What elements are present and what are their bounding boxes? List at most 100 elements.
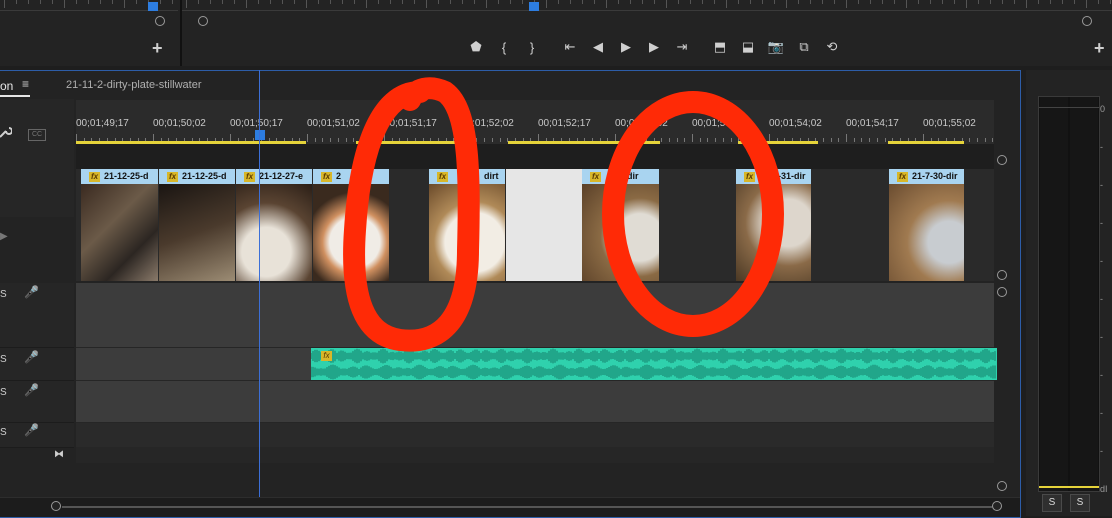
panel-menu-icon[interactable]: ≡ [22,77,29,91]
video-clip[interactable]: fx 21-12-27-e [236,169,312,281]
ruler-timecode: 00;01;54;17 [846,118,899,129]
mini-ruler-tick [366,0,367,8]
program-monitor-panel: ⬟ { } ⇤ ◀ ▶ ▶ ⇥ ⬒ ⬓ 📷 ⧉ ⟲ + [182,0,1112,66]
source-add-button[interactable]: + [152,38,163,59]
program-zoom-knob-left[interactable] [198,16,208,26]
go-to-out-button[interactable]: ⇥ [668,36,696,58]
extract-button[interactable]: ⬓ [734,36,762,58]
mini-ruler-tick [690,0,691,4]
voiceover-mic-icon[interactable]: 🎤 [24,423,39,437]
mini-ruler-tick [618,0,619,4]
mini-ruler-tick [942,0,943,4]
mini-ruler-tick [246,0,247,8]
time-ruler[interactable]: 00;01;49;17 00;01;50;02 00;01;50;17 00;01;5… [76,100,994,144]
mini-ruler-tick [714,0,715,4]
ruler-tick [830,138,832,142]
source-monitor-panel: + [0,0,182,66]
solo-button[interactable]: S [0,387,7,398]
voiceover-mic-icon[interactable]: 🎤 [24,285,39,299]
program-add-button[interactable]: + [1094,38,1105,59]
step-back-button[interactable]: ◀ [584,36,612,58]
voiceover-mic-icon[interactable]: 🎤 [24,383,39,397]
program-mini-ruler[interactable] [182,0,1112,11]
solo-button[interactable]: S [0,354,7,365]
ruler-tick [684,138,686,142]
video-clip[interactable]: fx 0-dir [582,169,659,281]
ruler-tick [345,138,347,142]
ruler-timecode: 00;01;54;02 [769,118,822,129]
voiceover-mic-icon[interactable]: 🎤 [24,350,39,364]
mini-ruler-tick [474,0,475,4]
horizontal-scrollbar[interactable] [0,497,1020,517]
loop-button[interactable]: ⟲ [818,36,846,58]
source-playhead[interactable] [148,2,158,11]
clip-name: 21-12-27-e [259,171,304,181]
video-clip[interactable]: fx dirt [429,169,505,281]
meter-solo-right[interactable]: S [1070,494,1090,512]
play-button[interactable]: ▶ [612,36,640,58]
compare-view-button[interactable]: ⧉ [790,36,818,58]
program-zoom-knob-right[interactable] [1082,16,1092,26]
step-forward-button[interactable]: ▶ [640,36,668,58]
video-clip[interactable]: fx 21-12-25-d [81,169,158,281]
mini-ruler-tick [306,0,307,8]
fx-badge: fx [321,171,332,182]
mini-ruler-tick [966,0,967,8]
meter-scale-label: - [1100,218,1103,228]
ruler-tick [661,138,663,142]
fx-badge: fx [744,171,755,182]
mini-ruler-tick [402,0,403,4]
video-clip[interactable]: fx 2 rt [313,169,389,281]
ruler-tick [314,138,316,142]
mini-ruler-tick [270,0,271,4]
ruler-tick [499,138,501,142]
wrench-icon[interactable] [0,125,12,139]
lift-button[interactable]: ⬒ [706,36,734,58]
meter-solo-left[interactable]: S [1042,494,1062,512]
h-scroll-track[interactable] [62,506,992,508]
v-scroll-knob-bottom[interactable] [997,481,1007,491]
mini-ruler-tick [798,0,799,4]
video-clip[interactable]: fx 21-12-25-d [159,169,235,281]
solo-button[interactable]: S [0,427,7,438]
audio-clip[interactable]: fx [311,348,997,380]
mark-in-button[interactable]: { [490,36,518,58]
ruler-tick [692,134,693,142]
clip-label: fx 2 rt [313,169,389,184]
captions-icon[interactable]: CC [28,129,46,141]
mini-ruler-tick [558,0,559,4]
h-scroll-knob[interactable] [51,501,61,511]
meter-scale-label: - [1100,256,1103,266]
ruler-timecode: 00;01;53;02 [615,118,668,129]
solo-button[interactable]: S [0,289,7,300]
video-clip[interactable]: fx 21-7-30-dir [889,169,964,281]
fx-badge: fx [167,171,178,182]
timeline-tab[interactable]: on [0,79,13,93]
timeline-playhead[interactable] [255,130,265,140]
clip-label: fx 21-12-25-d [159,169,235,184]
mix-track-icon[interactable]: ⧓ [54,449,64,460]
v-scroll-knob-mid2[interactable] [997,287,1007,297]
h-scroll-knob-right[interactable] [992,501,1002,511]
go-to-in-button[interactable]: ⇤ [556,36,584,58]
mini-ruler-tick [160,0,161,4]
v-scroll-knob-mid[interactable] [997,270,1007,280]
add-marker-button[interactable]: ⬟ [462,36,490,58]
video-clip-blank[interactable] [506,169,582,281]
ruler-tick [699,138,701,142]
clip-thumbnail [159,184,235,281]
mark-out-button[interactable]: } [518,36,546,58]
clip-thumbnail [81,184,158,281]
meter-scale-label: - [1100,332,1103,342]
audio-track-header-a2: S 🎤 [0,348,74,381]
v-scroll-knob-top[interactable] [997,155,1007,165]
program-playhead[interactable] [529,2,539,11]
video-clip[interactable]: fx 7-31-dir [736,169,811,281]
source-zoom-knob[interactable] [155,16,165,26]
mini-ruler-tick [1038,0,1039,4]
ruler-tick [838,138,840,142]
track-expand-icon[interactable]: ▶ [0,231,8,242]
sequence-name[interactable]: 21-11-2-dirty-plate-stillwater [66,79,202,91]
mini-ruler-tick [16,0,17,4]
export-frame-icon[interactable]: 📷 [762,36,790,58]
